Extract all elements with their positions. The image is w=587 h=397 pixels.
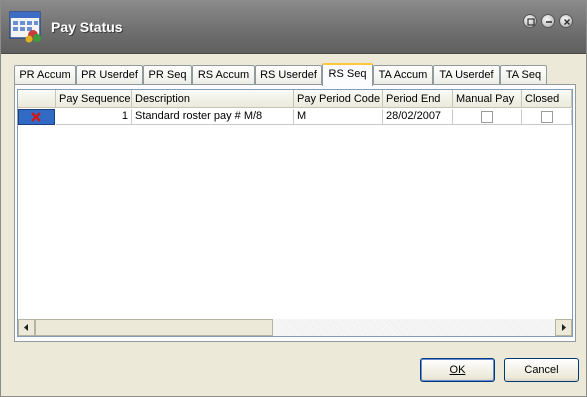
tab-ta-accum[interactable]: TA Accum bbox=[373, 65, 433, 85]
ok-button[interactable]: OK bbox=[420, 358, 495, 382]
cell-period-end[interactable]: 28/02/2007 bbox=[383, 109, 453, 125]
tab-ta-seq[interactable]: TA Seq bbox=[500, 65, 547, 85]
pay-sequence-grid[interactable]: Pay Sequence Description Pay Period Code… bbox=[17, 89, 573, 337]
cell-manual-pay[interactable] bbox=[453, 109, 522, 125]
title-bar[interactable]: Pay Status bbox=[1, 1, 586, 54]
cell-pay-sequence[interactable]: 1 bbox=[56, 109, 132, 125]
scrollbar-thumb[interactable] bbox=[35, 319, 273, 336]
cancel-button-label: Cancel bbox=[524, 364, 559, 376]
restore-icon[interactable] bbox=[523, 14, 537, 28]
cancel-button[interactable]: Cancel bbox=[504, 358, 579, 382]
close-icon[interactable] bbox=[559, 14, 573, 28]
tab-rs-accum[interactable]: RS Accum bbox=[192, 65, 255, 85]
row-selector[interactable] bbox=[18, 109, 55, 125]
column-header-description[interactable]: Description bbox=[132, 90, 294, 108]
tab-strip: PR Accum PR Userdef PR Seq RS Accum RS U… bbox=[14, 63, 574, 86]
column-header-manual-pay[interactable]: Manual Pay bbox=[453, 90, 522, 108]
row-header-column bbox=[18, 90, 56, 108]
tab-pr-accum[interactable]: PR Accum bbox=[14, 65, 76, 85]
tab-ta-userdef[interactable]: TA Userdef bbox=[433, 65, 500, 85]
horizontal-scrollbar[interactable] bbox=[18, 319, 572, 336]
scroll-right-icon[interactable] bbox=[555, 319, 572, 336]
column-header-closed[interactable]: Closed bbox=[522, 90, 572, 108]
tab-rs-userdef[interactable]: RS Userdef bbox=[255, 65, 322, 85]
column-header-pay-period-code[interactable]: Pay Period Code bbox=[294, 90, 383, 108]
tab-pr-seq[interactable]: PR Seq bbox=[143, 65, 192, 85]
tab-rs-seq[interactable]: RS Seq bbox=[322, 63, 373, 86]
delete-x-icon bbox=[31, 112, 41, 122]
window-title: Pay Status bbox=[51, 19, 123, 35]
cell-description[interactable]: Standard roster pay # M/8 bbox=[132, 109, 294, 125]
tab-panel-rs-seq: Pay Sequence Description Pay Period Code… bbox=[14, 84, 576, 342]
column-header-period-end[interactable]: Period End bbox=[383, 90, 453, 108]
cell-closed[interactable] bbox=[522, 109, 572, 125]
cell-pay-period-code[interactable]: M bbox=[294, 109, 383, 125]
scroll-left-icon[interactable] bbox=[18, 319, 35, 336]
manual-pay-checkbox[interactable] bbox=[481, 111, 493, 123]
ok-button-label: OK bbox=[449, 364, 466, 376]
minimize-icon[interactable] bbox=[541, 14, 555, 28]
column-header-pay-sequence[interactable]: Pay Sequence bbox=[56, 90, 132, 108]
pay-status-window: Pay Status PR Accum PR Userdef PR Seq RS… bbox=[0, 0, 587, 397]
pay-status-app-icon bbox=[9, 11, 43, 43]
tab-pr-userdef[interactable]: PR Userdef bbox=[76, 65, 143, 85]
closed-checkbox[interactable] bbox=[541, 111, 553, 123]
